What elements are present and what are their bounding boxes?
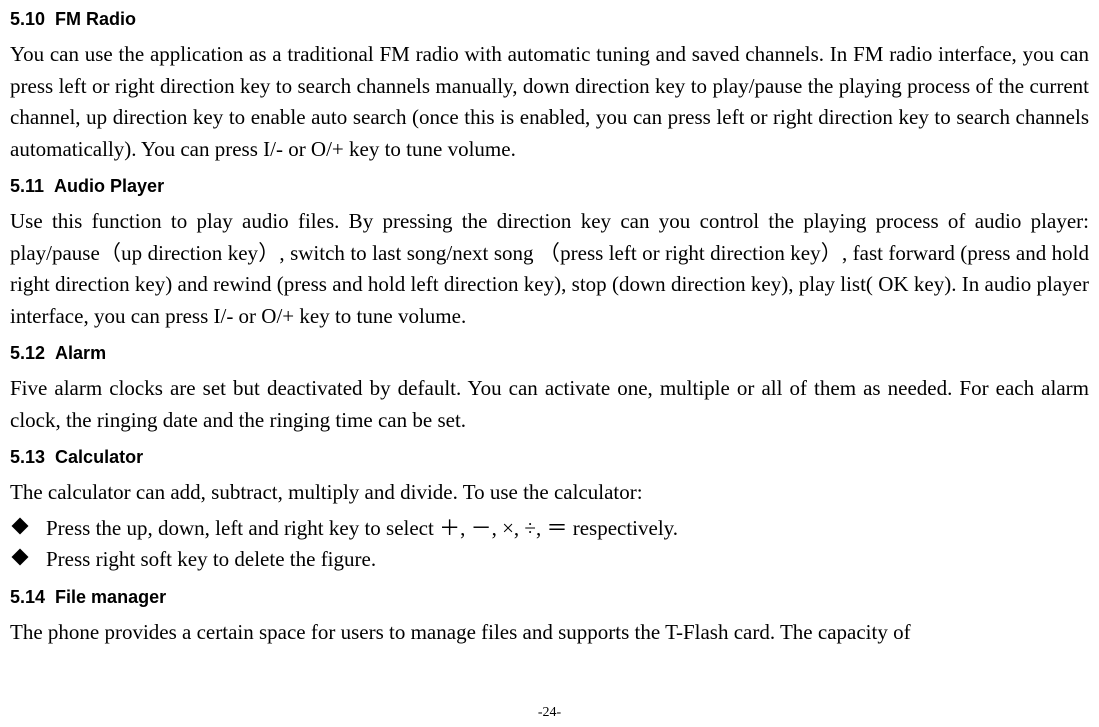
bullet-text: Press the up, down, left and right key t…: [46, 516, 678, 540]
para-fm-radio: You can use the application as a traditi…: [10, 39, 1089, 165]
heading-alarm: 5.12 Alarm: [10, 340, 1089, 367]
list-item: Press the up, down, left and right key t…: [12, 513, 1089, 545]
heading-number: 5.12: [10, 340, 45, 367]
heading-title: Alarm: [55, 343, 106, 363]
heading-title: File manager: [55, 587, 166, 607]
heading-audio-player: 5.11 Audio Player: [10, 173, 1089, 200]
heading-file-manager: 5.14 File manager: [10, 584, 1089, 611]
heading-number: 5.14: [10, 584, 45, 611]
heading-number: 5.11: [10, 173, 44, 200]
para-calculator: The calculator can add, subtract, multip…: [10, 477, 1089, 509]
heading-number: 5.10: [10, 6, 45, 33]
para-audio-player: Use this function to play audio files. B…: [10, 206, 1089, 332]
heading-title: FM Radio: [55, 9, 136, 29]
heading-fm-radio: 5.10 FM Radio: [10, 6, 1089, 33]
para-alarm: Five alarm clocks are set but deactivate…: [10, 373, 1089, 436]
calculator-bullets: Press the up, down, left and right key t…: [10, 513, 1089, 576]
bullet-text: Press right soft key to delete the figur…: [46, 547, 376, 571]
heading-calculator: 5.13 Calculator: [10, 444, 1089, 471]
diamond-icon: [12, 517, 29, 534]
heading-number: 5.13: [10, 444, 45, 471]
heading-title: Audio Player: [54, 176, 164, 196]
para-file-manager: The phone provides a certain space for u…: [10, 617, 1089, 649]
diamond-icon: [12, 549, 29, 566]
heading-title: Calculator: [55, 447, 143, 467]
page-number: -24-: [0, 702, 1099, 723]
list-item: Press right soft key to delete the figur…: [12, 544, 1089, 576]
